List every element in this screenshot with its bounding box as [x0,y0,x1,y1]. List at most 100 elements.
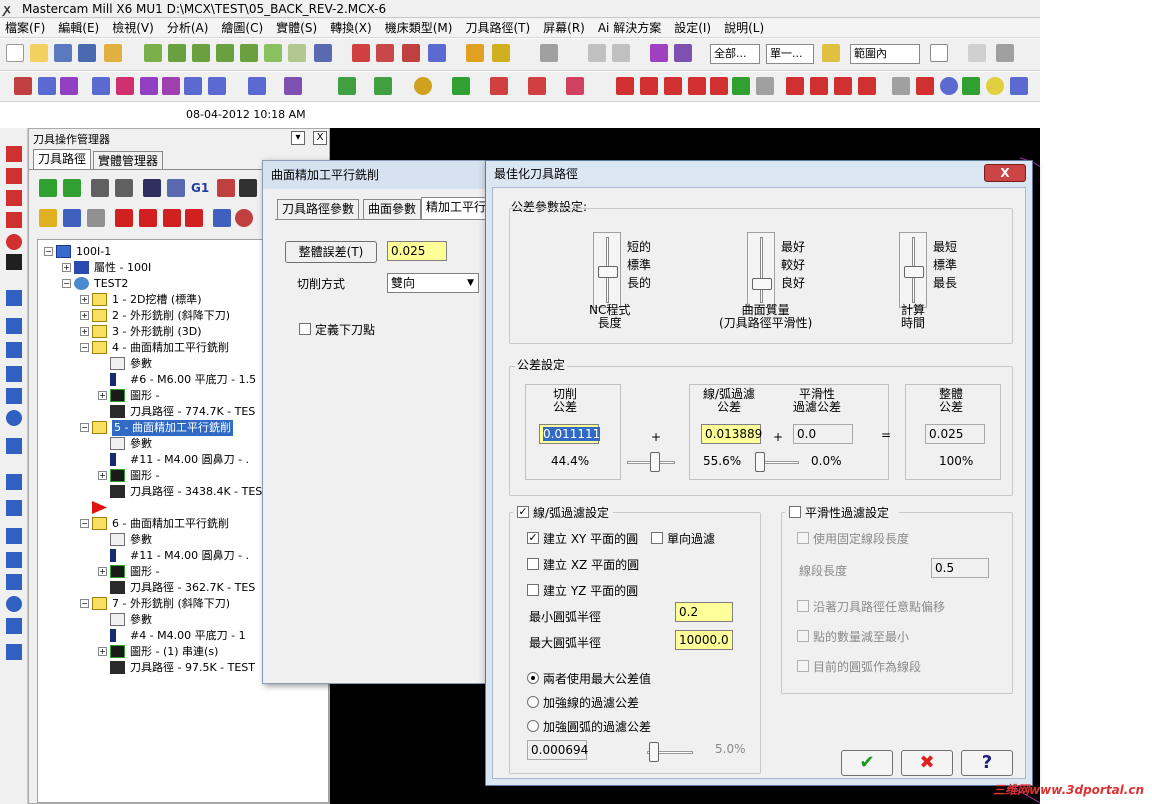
view-bottom-icon[interactable] [240,44,258,62]
menu-create[interactable]: 繪圖(C) [216,18,271,38]
expand-toggle-icon[interactable]: + [80,311,89,320]
expand-toggle-icon[interactable]: + [98,471,107,480]
verify-icon[interactable] [167,179,185,197]
tab-toolpath-params[interactable]: 刀具路徑參數 [277,199,360,219]
line-icon[interactable] [374,77,392,95]
hatch-icon[interactable] [528,77,546,95]
total-tolerance-input[interactable]: 0.025 [387,241,447,261]
v-target-icon[interactable] [6,234,22,250]
toolpath-tool-9-icon[interactable] [208,77,226,95]
toolpath-tool-2-icon[interactable] [38,77,56,95]
arc-filter-checkbox[interactable]: ✓ [517,506,529,518]
scroll-icon[interactable] [185,209,203,227]
print-icon[interactable] [104,44,122,62]
view-3d-icon[interactable] [428,44,446,62]
tab-surface-params[interactable]: 曲面參數 [363,199,422,219]
v-solid-2-icon[interactable] [6,318,22,334]
tab-toolpaths[interactable]: 刀具路徑 [33,149,92,170]
grid-icon[interactable] [732,77,750,95]
expand-toggle-icon[interactable]: − [80,599,89,608]
shade-solid-icon[interactable] [352,44,370,62]
menu-file[interactable]: 檔案(F) [0,18,53,38]
expand-toggle-icon[interactable]: + [80,327,89,336]
tab-parallel-finish[interactable]: 精加工平行 [421,197,492,219]
delete-icon[interactable] [892,77,910,95]
radio-arc-tolerance[interactable] [527,720,539,732]
menu-view[interactable]: 檢視(V) [107,18,162,38]
close-button[interactable]: X [984,164,1026,182]
min-radius-input[interactable]: 0.2 [675,602,733,622]
dim-5-icon[interactable] [710,77,728,95]
define-plunge-checkbox[interactable] [299,323,311,335]
level-manager-icon[interactable] [650,44,668,62]
smooth-filter-checkbox[interactable] [789,506,801,518]
slider-thumb[interactable] [904,266,924,278]
save-icon[interactable] [54,44,72,62]
dim-2-icon[interactable] [640,77,658,95]
v-solid-6-icon[interactable] [6,410,22,426]
toolpath-tool-4-icon[interactable] [92,77,110,95]
chevron-down-icon[interactable]: ▾ [291,131,305,145]
toolpath-tool-11-icon[interactable] [284,77,302,95]
chain-icon[interactable] [822,44,840,62]
shade-wire-icon[interactable] [376,44,394,62]
expand-toggle-icon[interactable]: + [98,391,107,400]
cursor-icon[interactable] [930,44,948,62]
help-circle-icon[interactable] [235,209,253,227]
toolpath-tool-3-icon[interactable] [60,77,78,95]
color-icon[interactable] [1010,77,1028,95]
point-icon[interactable] [338,77,356,95]
v-x-icon[interactable] [6,212,22,228]
ok-button[interactable]: ✔ [841,750,893,776]
shade-hidden-icon[interactable] [402,44,420,62]
ellipse-icon[interactable] [986,77,1004,95]
cut-tolerance-input[interactable]: 0.011111 [539,424,601,444]
move-up-icon[interactable] [139,209,157,227]
v-solid-13-icon[interactable] [6,596,22,612]
arc-bias-slider[interactable] [647,742,693,762]
expand-toggle-icon[interactable]: − [62,279,71,288]
rectangle-icon[interactable] [490,77,508,95]
menu-solids[interactable]: 實體(S) [271,18,325,38]
reduce-points-checkbox[interactable] [797,630,809,642]
expand-toggle-icon[interactable]: + [80,295,89,304]
yz-plane-checkbox[interactable] [527,584,539,596]
toolpath-tool-10-icon[interactable] [248,77,266,95]
ghost-icon[interactable] [87,209,105,227]
sketch-icon[interactable] [492,44,510,62]
view-right-icon[interactable] [288,44,306,62]
select-all-dropdown[interactable]: 全部... [710,44,760,64]
g1-icon[interactable]: G1 [191,181,209,195]
menu-screen[interactable]: 屏幕(R) [538,18,593,38]
toolpath-tool-7-icon[interactable] [162,77,180,95]
arc-tolerance-input[interactable]: 0.013889 [701,424,762,444]
v-solid-5-icon[interactable] [6,388,22,404]
pencil-icon[interactable] [466,44,484,62]
total-tolerance-button[interactable]: 整體誤差(T) [285,241,377,263]
menu-settings[interactable]: 設定(I) [669,18,719,38]
link-icon[interactable] [756,77,774,95]
move-down-icon[interactable] [115,209,133,227]
v-solid-3-icon[interactable] [6,342,22,358]
toolpath-tool-1-icon[interactable] [14,77,32,95]
expand-toggle-icon[interactable]: − [80,423,89,432]
regen-dirty-icon[interactable] [115,179,133,197]
cut-method-select[interactable]: 雙向 ▼ [387,273,479,293]
any-offset-checkbox[interactable] [797,600,809,612]
wave-2-icon[interactable] [213,209,231,227]
v-solid-10-icon[interactable] [6,528,22,544]
radio-use-max-tolerance[interactable] [527,672,539,684]
undo-icon[interactable] [588,44,606,62]
nc-length-slider[interactable] [593,232,621,308]
view-back-icon[interactable] [264,44,282,62]
wave-icon[interactable] [63,209,81,227]
add-icon[interactable] [452,77,470,95]
help-button[interactable]: ? [961,750,1013,776]
v-solid-8-icon[interactable] [6,474,22,490]
menu-toolpaths[interactable]: 刀具路徑(T) [460,18,538,38]
v-solid-15-icon[interactable] [6,644,22,660]
v-solid-12-icon[interactable] [6,574,22,590]
v-solid-11-icon[interactable] [6,552,22,568]
v-solid-4-icon[interactable] [6,366,22,382]
slider-thumb[interactable] [598,266,618,278]
